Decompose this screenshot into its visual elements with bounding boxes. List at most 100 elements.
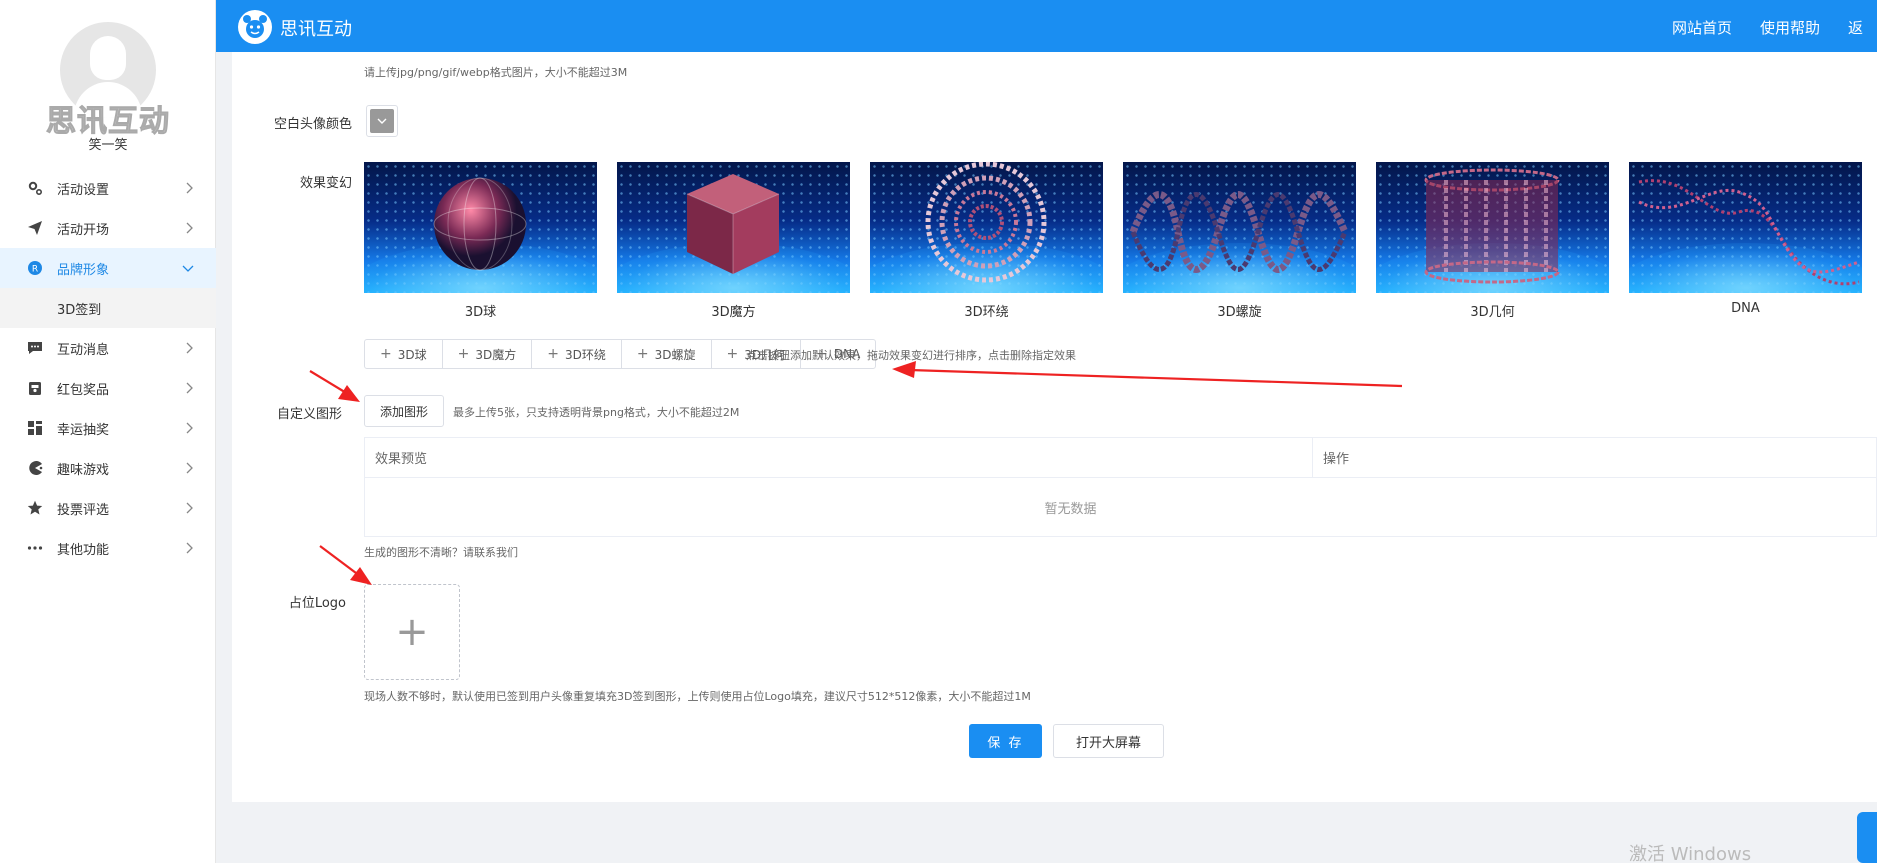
top-header: 思讯互动 网站首页 使用帮助 返 [216, 0, 1877, 52]
chevron-down-icon [377, 114, 387, 129]
home-link[interactable]: 网站首页 [1672, 17, 1732, 38]
help-link[interactable]: 使用帮助 [1760, 17, 1820, 38]
effect-preview-rings [870, 162, 1103, 293]
effect-card[interactable]: 3D环绕 [870, 162, 1103, 320]
column-header-actions: 操作 [1323, 452, 1350, 467]
os-activation-watermark: 激活 Windows [1629, 844, 1752, 863]
sidebar-item-lucky-draw[interactable]: 幸运抽奖 [0, 408, 216, 448]
add-3d-rings-button[interactable]: +3D环绕 [532, 340, 622, 368]
sidebar-item-label: 幸运抽奖 [57, 422, 110, 438]
chevron-right-icon [186, 542, 194, 558]
custom-shape-table: 效果预览 操作 暂无数据 [364, 437, 1877, 537]
chevron-down-icon [182, 262, 194, 277]
effect-preview-cylinder [1376, 162, 1609, 293]
empty-state-text: 暂无数据 [1044, 501, 1097, 517]
effect-card[interactable]: DNA [1629, 162, 1862, 320]
sidebar-item-label: 投票评选 [57, 502, 110, 518]
chat-icon [26, 339, 44, 357]
save-button[interactable]: 保 存 [969, 724, 1042, 758]
more-icon [26, 539, 44, 557]
effects-label: 效果变幻 [299, 176, 352, 191]
add-3d-helix-button[interactable]: +3D螺旋 [622, 340, 712, 368]
placeholder-logo-hint: 现场人数不够时，默认使用已签到用户头像重复填充3D签到图形，上传则使用占位Log… [364, 690, 1031, 703]
table-body: 暂无数据 [365, 478, 1876, 536]
plus-icon: + [726, 346, 739, 362]
plus-icon: + [547, 346, 559, 362]
chevron-right-icon [186, 422, 194, 438]
username: 笑一笑 [88, 138, 128, 153]
add-3d-cube-button[interactable]: +3D魔方 [443, 340, 533, 368]
effects-gallery: 3D球 3D魔方 3D环绕 3D螺旋 3D几何 DNA [364, 162, 1862, 320]
effect-name: DNA [1731, 301, 1760, 316]
add-3d-sphere-button[interactable]: +3D球 [365, 340, 443, 368]
sidebar-menu: 活动设置 活动开场 R 品牌形象 3D签到 互动消息 红包奖品 幸运抽奖 趣味游… [0, 168, 216, 568]
color-swatch-fill [370, 109, 394, 133]
back-link[interactable]: 返 [1848, 17, 1863, 38]
header-links: 网站首页 使用帮助 返 [1672, 17, 1863, 38]
chevron-right-icon [186, 342, 194, 358]
upload-format-hint: 请上传jpg/png/gif/webp格式图片，大小不能超过3M [364, 66, 628, 79]
sidebar-item-label: 趣味游戏 [57, 462, 110, 478]
floating-service-button[interactable] [1857, 812, 1877, 863]
custom-shape-label: 自定义图形 [276, 407, 342, 422]
pacman-icon [26, 459, 44, 477]
effect-preview-helix [1123, 162, 1356, 293]
sidebar-item-fun-games[interactable]: 趣味游戏 [0, 448, 216, 488]
chevron-right-icon [186, 382, 194, 398]
sidebar-item-label: 红包奖品 [57, 382, 110, 398]
placeholder-logo-upload[interactable]: + [364, 584, 460, 680]
sidebar-item-red-packet-prizes[interactable]: 红包奖品 [0, 368, 216, 408]
effect-name: 3D魔方 [711, 305, 756, 320]
column-header-preview: 效果预览 [365, 438, 1313, 477]
chevron-right-icon [186, 222, 194, 238]
gear-icon [26, 179, 44, 197]
bear-logo-icon[interactable] [238, 10, 272, 44]
add-shape-button[interactable]: 添加图形 [364, 395, 445, 427]
chevron-right-icon [186, 462, 194, 478]
sidebar-item-label: 品牌形象 [57, 262, 110, 278]
sidebar-item-other-features[interactable]: 其他功能 [0, 528, 216, 568]
plus-icon: + [395, 609, 429, 655]
table-header: 效果预览 操作 [365, 438, 1876, 478]
effect-card[interactable]: 3D几何 [1376, 162, 1609, 320]
sidebar-item-label: 活动开场 [57, 222, 110, 238]
effect-card[interactable]: 3D螺旋 [1123, 162, 1356, 320]
star-icon [26, 499, 44, 517]
chevron-right-icon [186, 502, 194, 518]
paper-plane-icon [26, 219, 44, 237]
effect-name: 3D环绕 [964, 305, 1009, 320]
sidebar-item-label: 其他功能 [57, 542, 110, 558]
app-title[interactable]: 思讯互动 [280, 15, 352, 41]
svg-text:R: R [32, 265, 38, 275]
effect-name: 3D螺旋 [1217, 305, 1262, 320]
unclear-shape-hint[interactable]: 生成的图形不清晰？请联系我们 [364, 544, 518, 560]
sidebar: 思讯互动 笑一笑 活动设置 活动开场 R 品牌形象 3D签到 互动消息 红包奖品… [0, 0, 216, 863]
add-effect-hint: 点击按钮添加默认效果，拖动效果变幻进行排序，点击删除指定效果 [746, 349, 1076, 362]
sidebar-item-activity-settings[interactable]: 活动设置 [0, 168, 216, 208]
effect-card[interactable]: 3D球 [364, 162, 597, 320]
sidebar-item-activity-opening[interactable]: 活动开场 [0, 208, 216, 248]
sidebar-item-interactive-messages[interactable]: 互动消息 [0, 328, 216, 368]
effect-card[interactable]: 3D魔方 [617, 162, 850, 320]
sidebar-subitem-3d-signin[interactable]: 3D签到 [0, 288, 216, 328]
plus-icon: + [380, 346, 392, 362]
effect-name: 3D几何 [1470, 305, 1515, 320]
chevron-right-icon [186, 182, 194, 198]
effect-preview-sphere [364, 162, 597, 293]
registered-icon: R [26, 259, 44, 277]
gift-icon [26, 379, 44, 397]
sidebar-item-brand-image[interactable]: R 品牌形象 [0, 248, 216, 288]
placeholder-logo-label: 占位Logo [288, 596, 346, 611]
open-big-screen-button[interactable]: 打开大屏幕 [1053, 724, 1164, 758]
sidebar-item-label: 互动消息 [57, 342, 110, 358]
profile-area: 思讯互动 笑一笑 [0, 0, 216, 160]
blank-avatar-color-label: 空白头像颜色 [273, 117, 352, 132]
plus-icon: + [636, 346, 649, 362]
blank-avatar-color-picker[interactable] [366, 105, 398, 137]
grid-icon [26, 419, 44, 437]
sidebar-item-voting[interactable]: 投票评选 [0, 488, 216, 528]
plus-icon: + [457, 346, 470, 362]
effect-name: 3D球 [464, 305, 497, 320]
main-panel: 请上传jpg/png/gif/webp格式图片，大小不能超过3M 空白头像颜色 … [232, 52, 1877, 802]
effect-preview-cube [617, 162, 850, 293]
